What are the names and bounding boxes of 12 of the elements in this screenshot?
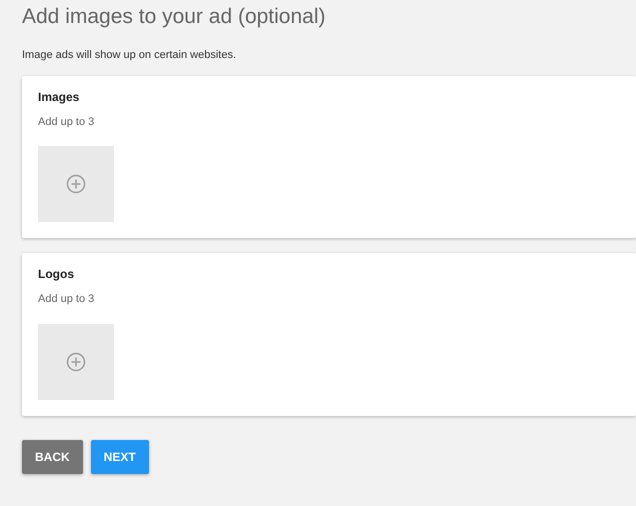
section-hint: Add up to 3 bbox=[38, 292, 96, 307]
page-title: Add images to your ad (optional) bbox=[22, 4, 327, 30]
next-button[interactable]: NEXT bbox=[90, 440, 149, 474]
back-button[interactable]: BACK bbox=[22, 440, 83, 474]
page-description: Image ads will show up on certain websites. bbox=[22, 48, 237, 63]
add-circle-icon bbox=[66, 352, 86, 372]
section-heading: Images bbox=[38, 88, 80, 106]
add-image-button[interactable] bbox=[38, 324, 114, 400]
add-image-button[interactable] bbox=[38, 146, 114, 222]
section-heading: Logos bbox=[38, 266, 75, 283]
add-circle-icon bbox=[66, 174, 86, 194]
section-hint: Add up to 3 bbox=[38, 114, 96, 130]
